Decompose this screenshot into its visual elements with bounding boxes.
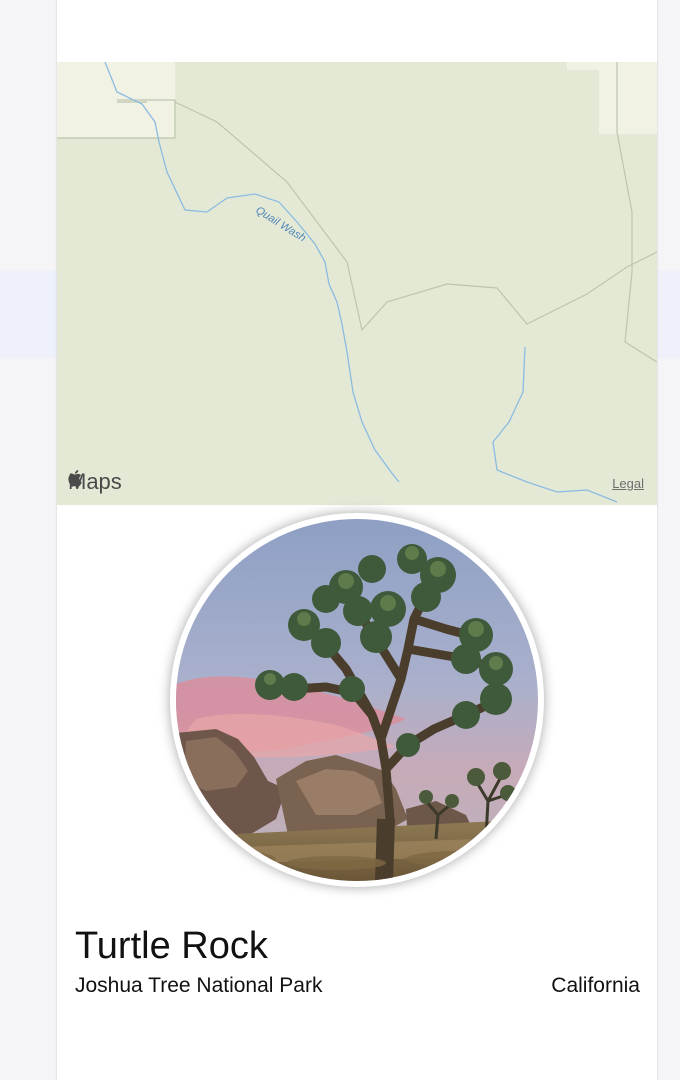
legal-link[interactable]: Legal — [612, 476, 644, 491]
map-parcel — [599, 62, 657, 134]
maps-logo: Maps — [67, 469, 122, 495]
state-name: California — [551, 974, 640, 997]
map-view[interactable]: Quail Wash Maps Legal — [57, 62, 657, 505]
joshua-tree-photo — [176, 519, 538, 881]
landmark-detail-card: Quail Wash Maps Legal Turtle Rock Joshua… — [57, 0, 657, 1080]
map-terrain: Quail Wash — [57, 62, 657, 505]
landmark-image-frame — [170, 513, 544, 887]
landmark-title: Turtle Rock — [75, 925, 268, 967]
park-name: Joshua Tree National Park — [75, 974, 323, 997]
